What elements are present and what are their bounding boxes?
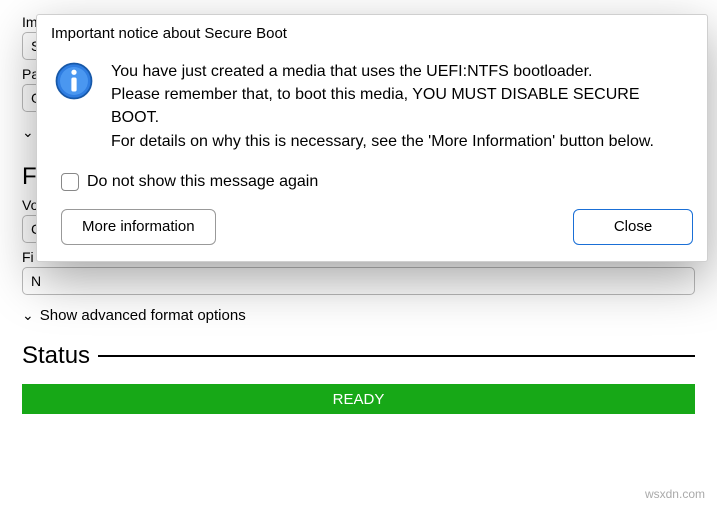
more-information-button[interactable]: More information [61, 209, 216, 245]
divider [98, 355, 695, 357]
file-system-value: N [31, 273, 41, 289]
dialog-line1: You have just created a media that uses … [111, 63, 592, 80]
file-system-dropdown[interactable]: N [22, 267, 695, 295]
status-heading: Status [22, 342, 90, 370]
dialog-line2: Please remember that, to boot this media… [111, 86, 640, 126]
status-heading-row: Status [22, 342, 695, 370]
chevron-down-icon: ⌄ [22, 307, 34, 324]
watermark: wsxdn.com [645, 487, 705, 501]
secure-boot-dialog: Important notice about Secure Boot You h… [36, 14, 708, 262]
close-button[interactable]: Close [573, 209, 693, 245]
info-icon [53, 60, 95, 102]
format-options-heading: F [22, 163, 37, 191]
advanced-format-toggle[interactable]: ⌄ Show advanced format options [22, 307, 695, 324]
status-text: READY [333, 391, 385, 408]
dialog-message: You have just created a media that uses … [111, 60, 687, 153]
close-label: Close [614, 218, 652, 235]
dialog-title: Important notice about Secure Boot [37, 15, 707, 50]
more-information-label: More information [82, 218, 195, 235]
dont-show-again-label: Do not show this message again [87, 173, 318, 191]
dont-show-again-checkbox[interactable] [61, 173, 79, 191]
dialog-line3: For details on why this is necessary, se… [111, 133, 654, 150]
status-bar: READY [22, 384, 695, 414]
advanced-format-label: Show advanced format options [40, 307, 246, 324]
chevron-down-icon: ⌄ [22, 124, 34, 141]
